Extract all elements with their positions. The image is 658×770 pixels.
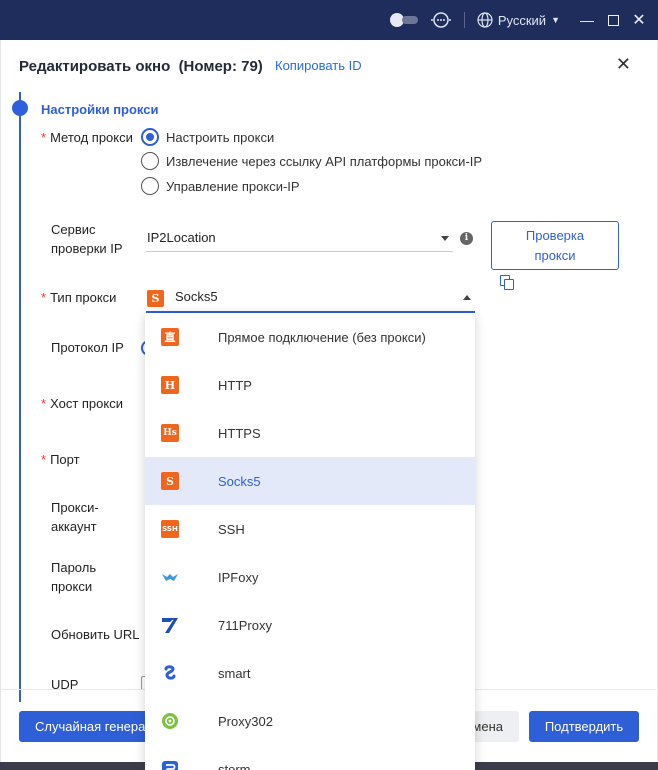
dialog-title: Редактировать окно (Номер: 79) [19, 58, 263, 75]
option-label: storm [218, 761, 251, 770]
refresh-url-label: Обновить URL [51, 627, 140, 642]
copy-id-link[interactable]: Копировать ID [275, 58, 362, 73]
dropdown-option-ssh[interactable]: SSH SSH [145, 505, 475, 553]
radio-label: Настроить прокси [166, 129, 275, 145]
ip-check-service-value: IP2Location [147, 230, 216, 245]
confirm-button[interactable]: Подтвердить [529, 711, 639, 742]
radio-api-extract[interactable]: Извлечение через ссылку API платформы пр… [141, 152, 482, 170]
copy-icon[interactable] [500, 275, 514, 290]
required-mark: * [41, 130, 47, 145]
ssh-icon: SSH [161, 520, 179, 538]
radio-button-checked-icon [141, 128, 159, 146]
proxy-type-value: Socks5 [175, 289, 218, 304]
port-label: * Порт [41, 452, 80, 467]
radio-custom-proxy[interactable]: Настроить прокси [141, 128, 274, 146]
section-timeline [19, 92, 21, 702]
dropdown-option-direct[interactable]: 直 Прямое подключение (без прокси) [145, 313, 475, 361]
chevron-down-icon [441, 236, 449, 241]
proxy-type-label: * Тип прокси [41, 290, 117, 305]
dropdown-option-smart[interactable]: smart [145, 649, 475, 697]
titlebar-controls: Русский ▼ — ✕ [389, 0, 658, 40]
proxy-host-label: * Хост прокси [41, 396, 123, 411]
titlebar-divider [463, 12, 465, 28]
option-label: HTTP [218, 377, 252, 393]
proxy-method-label: * Метод прокси [41, 130, 133, 145]
option-label: HTTPS [218, 425, 261, 441]
required-mark: * [41, 396, 47, 411]
proxy-account-label: Прокси- аккаунт [51, 500, 99, 534]
check-proxy-button[interactable]: Проверка прокси [491, 221, 619, 270]
dropdown-option-socks5[interactable]: S Socks5 [145, 457, 475, 505]
proxy302-icon [161, 712, 179, 730]
info-icon[interactable]: i [460, 232, 473, 245]
socks5-icon: S [147, 290, 164, 307]
close-icon[interactable]: ✕ [616, 54, 631, 75]
section-marker-icon [12, 100, 28, 116]
option-label: smart [218, 665, 251, 681]
required-mark: * [41, 290, 47, 305]
required-mark: * [41, 452, 47, 467]
ip-protocol-label: Протокол IP [51, 340, 124, 355]
dropdown-option-http[interactable]: H HTTP [145, 361, 475, 409]
language-label: Русский [497, 12, 547, 28]
radio-proxy-management[interactable]: Управление прокси-IP [141, 177, 300, 195]
radio-button-icon [141, 152, 159, 170]
option-label: IPFoxy [218, 569, 259, 585]
https-icon: Hs [161, 424, 179, 442]
radio-label: Управление прокси-IP [166, 178, 300, 194]
socks5-icon: S [161, 472, 179, 490]
storm-icon [161, 760, 179, 770]
minimize-icon[interactable]: — [574, 0, 600, 40]
window-titlebar: Русский ▼ — ✕ [0, 0, 658, 40]
udp-label: UDP [51, 677, 79, 692]
smart-icon [161, 664, 179, 682]
ip-check-service-label: Сервис проверки IP [51, 222, 123, 256]
radio-button-icon [141, 177, 159, 195]
dropdown-option-storm[interactable]: storm [145, 745, 475, 770]
window-close-icon[interactable]: ✕ [626, 0, 652, 40]
chevron-down-icon: ▼ [551, 15, 560, 25]
section-title: Настройки прокси [41, 102, 159, 117]
language-selector[interactable]: Русский ▼ [477, 12, 560, 28]
proxy-password-label: Пароль прокси [51, 560, 97, 594]
http-icon: H [161, 376, 179, 394]
dropdown-option-711proxy[interactable]: 711Proxy [145, 601, 475, 649]
option-label: SSH [218, 521, 245, 537]
chevron-up-icon [463, 295, 471, 300]
dropdown-option-ipfoxy[interactable]: IPFoxy [145, 553, 475, 601]
711proxy-icon [161, 616, 179, 634]
proxy-type-dropdown: 直 Прямое подключение (без прокси) H HTTP… [145, 313, 475, 770]
proxy-type-select[interactable]: S [147, 289, 164, 307]
theme-toggle-icon[interactable] [389, 13, 420, 27]
direct-icon: 直 [161, 328, 179, 346]
option-label: Proxy302 [218, 713, 273, 729]
radio-label: Извлечение через ссылку API платформы пр… [166, 153, 483, 169]
option-label: Socks5 [218, 473, 261, 489]
option-label: Прямое подключение (без прокси) [218, 329, 426, 345]
globe-icon [477, 12, 493, 28]
ipfoxy-icon [161, 568, 179, 586]
dropdown-option-proxy302[interactable]: Proxy302 [145, 697, 475, 745]
option-label: 711Proxy [218, 617, 272, 633]
maximize-icon[interactable] [600, 0, 626, 40]
dropdown-option-https[interactable]: Hs HTTPS [145, 409, 475, 457]
support-chat-icon[interactable] [430, 11, 452, 29]
